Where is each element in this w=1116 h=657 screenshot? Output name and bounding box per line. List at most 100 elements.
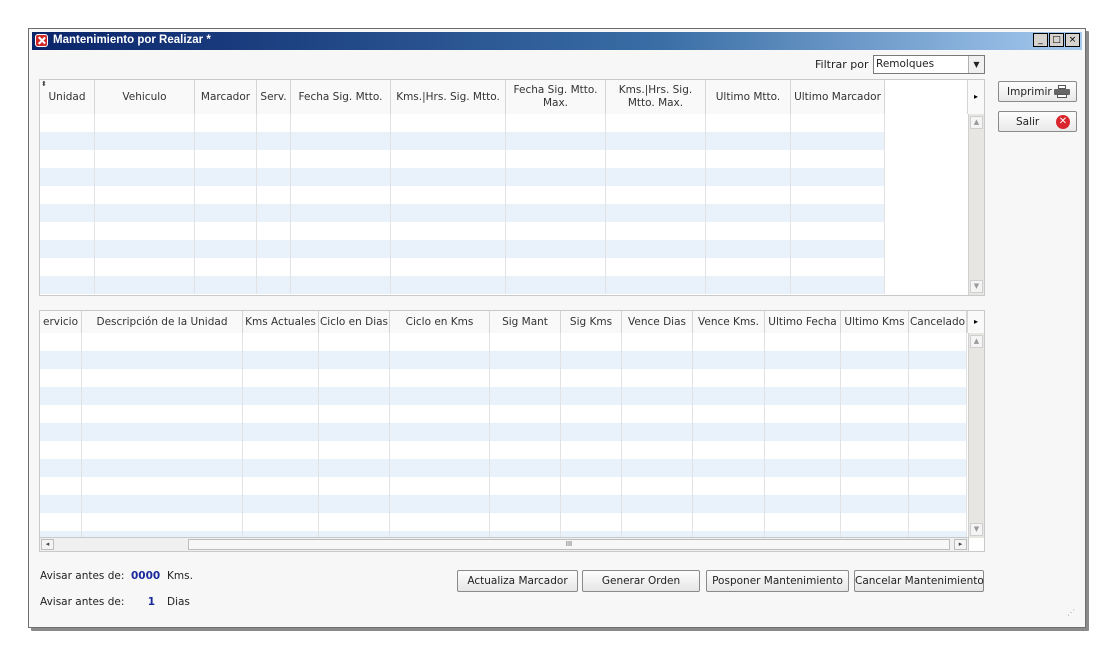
- table-cell[interactable]: [195, 258, 257, 276]
- table-cell[interactable]: [195, 204, 257, 222]
- table-cell[interactable]: [291, 276, 391, 294]
- table-cell[interactable]: [706, 132, 791, 150]
- table-cell[interactable]: [909, 333, 967, 351]
- scroll-thumb[interactable]: III: [188, 539, 950, 550]
- table-cell[interactable]: [506, 132, 606, 150]
- table-cell[interactable]: [909, 513, 967, 531]
- table-cell[interactable]: [82, 387, 243, 405]
- table-cell[interactable]: [791, 204, 885, 222]
- table-cell[interactable]: [391, 150, 506, 168]
- table-row[interactable]: [40, 114, 885, 132]
- table-cell[interactable]: [765, 477, 841, 495]
- table-cell[interactable]: [40, 423, 82, 441]
- table-row[interactable]: [40, 132, 885, 150]
- column-header[interactable]: Cancelado: [909, 311, 967, 333]
- table-cell[interactable]: [243, 369, 319, 387]
- chevron-down-icon[interactable]: ▼: [968, 56, 984, 73]
- table-cell[interactable]: [909, 495, 967, 513]
- table-cell[interactable]: [291, 240, 391, 258]
- table-cell[interactable]: [765, 351, 841, 369]
- table-cell[interactable]: [390, 495, 490, 513]
- table-cell[interactable]: [82, 369, 243, 387]
- table-cell[interactable]: [40, 168, 95, 186]
- table-cell[interactable]: [791, 114, 885, 132]
- column-header[interactable]: Fecha Sig. Mtto. Max.: [506, 80, 606, 114]
- table-cell[interactable]: [561, 351, 622, 369]
- generate-order-button[interactable]: Generar Orden: [582, 570, 700, 592]
- table-cell[interactable]: [40, 513, 82, 531]
- table-cell[interactable]: [791, 186, 885, 204]
- table-cell[interactable]: [561, 333, 622, 351]
- table-cell[interactable]: [40, 150, 95, 168]
- table-cell[interactable]: [257, 114, 291, 132]
- table-row[interactable]: [40, 168, 885, 186]
- table-cell[interactable]: [391, 222, 506, 240]
- table-cell[interactable]: [506, 186, 606, 204]
- table-cell[interactable]: [95, 186, 195, 204]
- table-row[interactable]: [40, 477, 967, 495]
- table-cell[interactable]: [257, 132, 291, 150]
- column-header[interactable]: Vehiculo: [95, 80, 195, 114]
- table-cell[interactable]: [95, 276, 195, 294]
- table-cell[interactable]: [909, 351, 967, 369]
- table-cell[interactable]: [791, 276, 885, 294]
- table-cell[interactable]: [390, 441, 490, 459]
- column-header[interactable]: Vence Kms.: [693, 311, 765, 333]
- table-cell[interactable]: [506, 168, 606, 186]
- table-cell[interactable]: [243, 513, 319, 531]
- table-cell[interactable]: [622, 333, 693, 351]
- table-cell[interactable]: [791, 240, 885, 258]
- table-cell[interactable]: [693, 423, 765, 441]
- table-cell[interactable]: [40, 387, 82, 405]
- table-cell[interactable]: [243, 351, 319, 369]
- table-row[interactable]: [40, 186, 885, 204]
- minimize-button[interactable]: _: [1033, 33, 1048, 47]
- table-cell[interactable]: [390, 405, 490, 423]
- table-cell[interactable]: [606, 150, 706, 168]
- table-cell[interactable]: [82, 405, 243, 423]
- table-cell[interactable]: [40, 240, 95, 258]
- table-row[interactable]: [40, 351, 967, 369]
- table-cell[interactable]: [243, 459, 319, 477]
- table-cell[interactable]: [40, 351, 82, 369]
- table-cell[interactable]: [390, 423, 490, 441]
- table-cell[interactable]: [506, 276, 606, 294]
- table-cell[interactable]: [390, 459, 490, 477]
- table-cell[interactable]: [909, 459, 967, 477]
- table-cell[interactable]: [909, 369, 967, 387]
- table-cell[interactable]: [195, 150, 257, 168]
- table-cell[interactable]: [791, 168, 885, 186]
- table-cell[interactable]: [243, 441, 319, 459]
- table-cell[interactable]: [765, 369, 841, 387]
- postpone-maintenance-button[interactable]: Posponer Mantenimiento: [706, 570, 849, 592]
- table-cell[interactable]: [841, 369, 909, 387]
- table-cell[interactable]: [390, 387, 490, 405]
- notice-kms-value[interactable]: 0000: [131, 570, 160, 582]
- table-cell[interactable]: [390, 333, 490, 351]
- table-cell[interactable]: [319, 423, 390, 441]
- filter-select[interactable]: Remolques ▼: [873, 55, 985, 74]
- table-cell[interactable]: [561, 423, 622, 441]
- table-cell[interactable]: [506, 150, 606, 168]
- table-cell[interactable]: [561, 405, 622, 423]
- scroll-right-icon[interactable]: ▸: [954, 539, 967, 550]
- table-cell[interactable]: [390, 369, 490, 387]
- table-cell[interactable]: [390, 477, 490, 495]
- table-cell[interactable]: [195, 186, 257, 204]
- print-button[interactable]: Imprimir: [998, 81, 1077, 102]
- table-cell[interactable]: [561, 369, 622, 387]
- table-cell[interactable]: [506, 258, 606, 276]
- table-cell[interactable]: [490, 513, 561, 531]
- table-cell[interactable]: [82, 495, 243, 513]
- table-cell[interactable]: [490, 423, 561, 441]
- table-cell[interactable]: [291, 132, 391, 150]
- column-header[interactable]: Ultimo Marcador: [791, 80, 885, 114]
- table-cell[interactable]: [195, 132, 257, 150]
- table-cell[interactable]: [40, 222, 95, 240]
- table-cell[interactable]: [841, 405, 909, 423]
- table-cell[interactable]: [95, 258, 195, 276]
- table-cell[interactable]: [909, 441, 967, 459]
- maintenance-grid[interactable]: Unidad Vehiculo Marcador Serv. Fecha Sig. Mt…: [39, 79, 985, 296]
- table-cell[interactable]: [791, 258, 885, 276]
- table-cell[interactable]: [257, 276, 291, 294]
